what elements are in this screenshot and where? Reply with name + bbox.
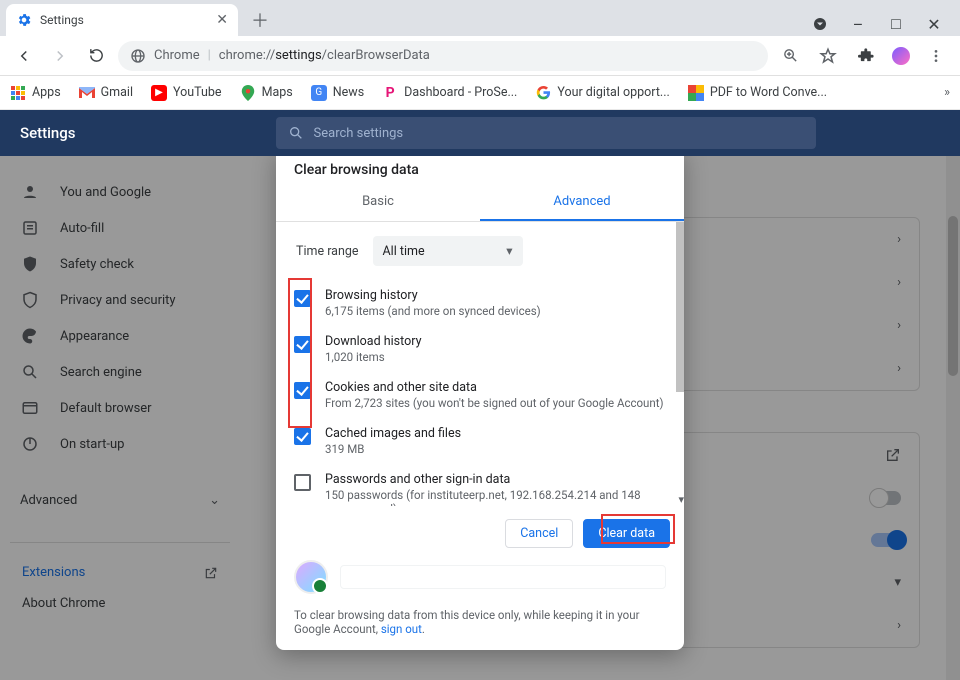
- option-title: Passwords and other sign-in data: [325, 472, 666, 487]
- bookmark-digital[interactable]: Your digital opport...: [535, 85, 669, 101]
- scrollbar-thumb[interactable]: [676, 222, 684, 392]
- settings-search-input[interactable]: Search settings: [276, 117, 816, 149]
- cancel-button[interactable]: Cancel: [505, 519, 573, 548]
- pinterest-icon: P: [382, 85, 398, 101]
- clear-data-dialog: Clear browsing data Basic Advanced Time …: [276, 156, 684, 650]
- option-sub: 319 MB: [325, 442, 461, 456]
- option-browsing-history[interactable]: Browsing history6,175 items (and more on…: [290, 280, 670, 326]
- bookmark-pdf[interactable]: PDF to Word Conve...: [688, 85, 827, 101]
- time-range-select[interactable]: All time ▾: [373, 236, 523, 266]
- separator: |: [208, 48, 211, 63]
- checkbox[interactable]: [294, 474, 311, 491]
- chevron-down-icon: ▾: [506, 243, 512, 259]
- tab-basic[interactable]: Basic: [276, 184, 480, 221]
- select-value: All time: [383, 244, 425, 259]
- dialog-user-row: [294, 560, 666, 594]
- user-avatar-icon: [294, 560, 328, 594]
- bookmark-youtube[interactable]: ▶ YouTube: [151, 85, 222, 101]
- bookmark-maps[interactable]: Maps: [240, 85, 293, 101]
- site-info-icon[interactable]: [130, 48, 146, 64]
- option-sub: 150 passwords (for instituteerp.net, 192…: [325, 488, 666, 506]
- option-download-history[interactable]: Download history1,020 items: [290, 326, 670, 372]
- tab-advanced[interactable]: Advanced: [480, 184, 684, 221]
- profile-avatar[interactable]: [890, 45, 912, 67]
- url-host: settings: [275, 48, 321, 63]
- settings-appbar: Settings Search settings: [0, 110, 960, 156]
- close-icon[interactable]: ✕: [216, 12, 228, 28]
- option-cache[interactable]: Cached images and files319 MB: [290, 418, 670, 464]
- option-cookies[interactable]: Cookies and other site dataFrom 2,723 si…: [290, 372, 670, 418]
- bookmark-label: Maps: [262, 85, 293, 100]
- forward-button[interactable]: [46, 42, 74, 70]
- url-path: /clearBrowserData: [322, 48, 430, 63]
- gmail-icon: [79, 85, 95, 101]
- time-range-label: Time range: [296, 244, 359, 259]
- search-placeholder: Search settings: [314, 126, 404, 141]
- url-prefix: chrome://: [219, 48, 275, 63]
- maps-icon: [240, 85, 256, 101]
- bookmark-label: YouTube: [173, 85, 222, 100]
- bookmark-dashboard[interactable]: P Dashboard - ProSe...: [382, 85, 517, 101]
- youtube-icon: ▶: [151, 85, 167, 101]
- window-close[interactable]: ✕: [922, 12, 946, 36]
- checkbox[interactable]: [294, 428, 311, 445]
- bookmark-gmail[interactable]: Gmail: [79, 85, 133, 101]
- dialog-title: Clear browsing data: [276, 156, 684, 184]
- gear-icon: [16, 12, 32, 28]
- bookmark-label: Gmail: [101, 85, 133, 100]
- menu-icon[interactable]: [922, 42, 950, 70]
- clear-data-button[interactable]: Clear data: [583, 519, 670, 548]
- browser-tab[interactable]: Settings ✕: [6, 4, 238, 36]
- option-sub: 1,020 items: [325, 350, 421, 364]
- window-minimize[interactable]: –: [846, 12, 870, 36]
- extensions-icon[interactable]: [852, 42, 880, 70]
- new-tab-button[interactable]: ＋: [246, 6, 274, 34]
- footer-text-2: .: [422, 622, 425, 636]
- option-title: Cached images and files: [325, 426, 461, 441]
- option-sub: From 2,723 sites (you won't be signed ou…: [325, 396, 664, 410]
- bookmark-label: News: [333, 85, 364, 100]
- footer-text: To clear browsing data from this device …: [294, 608, 639, 636]
- window-tabstrip: Settings ✕ ＋ – □ ✕: [0, 0, 960, 36]
- bookmark-label: Apps: [32, 85, 61, 100]
- bookmark-label: PDF to Word Conve...: [710, 85, 827, 100]
- bookmark-news[interactable]: G News: [311, 85, 364, 101]
- option-passwords[interactable]: Passwords and other sign-in data150 pass…: [290, 464, 670, 506]
- bookmark-label: Your digital opport...: [557, 85, 669, 100]
- zoom-icon[interactable]: [776, 42, 804, 70]
- scroll-down-icon[interactable]: ▾: [678, 493, 684, 506]
- option-title: Browsing history: [325, 288, 541, 303]
- bookmark-apps[interactable]: Apps: [10, 85, 61, 101]
- option-sub: 6,175 items (and more on synced devices): [325, 304, 541, 318]
- back-button[interactable]: [10, 42, 38, 70]
- page-title: Settings: [20, 124, 76, 142]
- dialog-scrollbar[interactable]: ▾: [674, 222, 684, 506]
- browser-toolbar: Chrome | chrome://settings/clearBrowserD…: [0, 36, 960, 76]
- reload-button[interactable]: [82, 42, 110, 70]
- sign-out-link[interactable]: sign out: [381, 622, 422, 636]
- pdf-icon: [688, 85, 704, 101]
- bookmark-label: Dashboard - ProSe...: [404, 85, 517, 100]
- apps-icon: [10, 85, 26, 101]
- option-title: Download history: [325, 334, 421, 349]
- bookmark-star-icon[interactable]: [814, 42, 842, 70]
- checkbox[interactable]: [294, 382, 311, 399]
- address-bar[interactable]: Chrome | chrome://settings/clearBrowserD…: [118, 41, 768, 71]
- bookmarks-overflow-icon[interactable]: »: [944, 85, 950, 100]
- tab-title: Settings: [40, 13, 84, 27]
- user-info-placeholder: [340, 565, 666, 589]
- url-scheme-label: Chrome: [154, 48, 200, 63]
- checkbox[interactable]: [294, 336, 311, 353]
- checkbox[interactable]: [294, 290, 311, 307]
- incognito-icon[interactable]: [808, 12, 832, 36]
- option-title: Cookies and other site data: [325, 380, 664, 395]
- news-icon: G: [311, 85, 327, 101]
- window-maximize[interactable]: □: [884, 12, 908, 36]
- bookmarks-bar: Apps Gmail ▶ YouTube Maps G News P Dashboar…: [0, 76, 960, 110]
- dialog-tabs: Basic Advanced: [276, 184, 684, 222]
- google-icon: [535, 85, 551, 101]
